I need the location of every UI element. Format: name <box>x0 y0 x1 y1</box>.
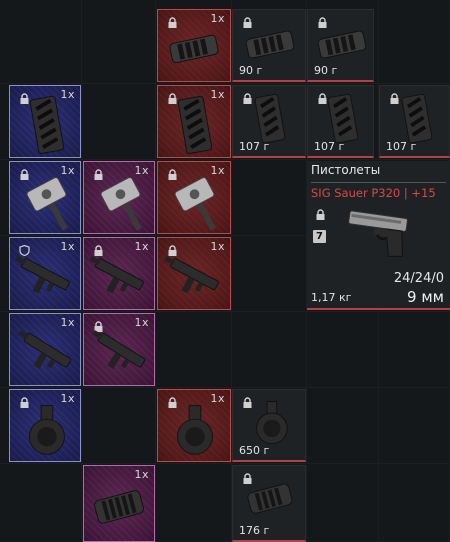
lock-icon <box>168 245 177 256</box>
inventory-slot[interactable] <box>379 464 450 542</box>
muzzle-item[interactable]: 90 г <box>232 9 306 82</box>
lock-icon <box>20 169 29 180</box>
lock-icon <box>390 93 399 104</box>
smg-item-purple[interactable]: 1x <box>83 237 155 310</box>
item-quantity: 1x <box>60 240 75 253</box>
inventory-slot[interactable] <box>379 388 450 464</box>
item-quantity: 1x <box>60 392 75 405</box>
item-quantity: 1x <box>210 12 225 25</box>
item-category: Пистолеты <box>311 163 381 177</box>
hammer-item-blue[interactable]: 1x <box>9 161 81 234</box>
inventory-slot[interactable] <box>379 312 450 388</box>
item-quantity: 1x <box>210 240 225 253</box>
inventory-slot[interactable] <box>82 84 156 160</box>
item-name: SIG Sauer P320 | +15 <box>311 186 436 200</box>
smg-item-blue[interactable]: 1x <box>9 313 81 386</box>
inventory-grid: 1x 90 г 90 г 1x 1x 107 г 107 г 107 г 1x … <box>0 0 450 542</box>
item-quantity: 1x <box>210 164 225 177</box>
lock-icon <box>316 209 325 220</box>
lock-icon <box>243 93 252 104</box>
handguard-item[interactable]: 107 г <box>232 85 306 158</box>
lock-icon <box>243 473 252 484</box>
divider <box>311 182 446 183</box>
smg-item-purple[interactable]: 1x <box>83 313 155 386</box>
item-quantity: 1x <box>210 88 225 101</box>
ammo-count: 24/24/0 <box>393 271 444 286</box>
item-quantity: 1x <box>60 164 75 177</box>
inventory-slot[interactable] <box>307 312 379 388</box>
drum-magazine-item-blue[interactable]: 1x <box>9 389 81 462</box>
lock-icon <box>168 93 177 104</box>
inventory-slot[interactable] <box>307 464 379 542</box>
item-weight: 90 г <box>314 64 338 77</box>
item-weight: 107 г <box>239 140 270 153</box>
handguard-item-red[interactable]: 1x <box>157 85 231 158</box>
lock-icon <box>20 397 29 408</box>
item-quantity: 1x <box>60 316 75 329</box>
smg-item-blue[interactable]: 1x <box>9 237 81 310</box>
lock-icon <box>168 397 177 408</box>
item-weight: 107 г <box>386 140 417 153</box>
item-quantity: 1x <box>210 392 225 405</box>
inventory-slot[interactable] <box>82 388 156 464</box>
inventory-slot[interactable] <box>82 0 156 84</box>
item-weight: 107 г <box>314 140 345 153</box>
pistol-item-card[interactable]: Пистолеты SIG Sauer P320 | +15 7 24/24/0… <box>307 161 450 310</box>
lock-icon <box>318 17 327 28</box>
drum-magazine-item[interactable]: 650 г <box>232 389 306 462</box>
item-weight: 650 г <box>239 444 270 457</box>
level-badge: 7 <box>313 230 326 243</box>
muzzle-item-purple[interactable]: 1x <box>83 465 155 542</box>
inventory-slot[interactable] <box>307 388 379 464</box>
item-quantity: 1x <box>134 240 149 253</box>
handguard-item[interactable]: 107 г <box>307 85 374 158</box>
item-quantity: 1x <box>60 88 75 101</box>
handguard-item-blue[interactable]: 1x <box>9 85 81 158</box>
item-quantity: 1x <box>134 164 149 177</box>
lock-icon <box>168 17 177 28</box>
lock-icon <box>20 93 29 104</box>
item-weight: 1,17 кг <box>311 291 352 304</box>
lock-icon <box>243 397 252 408</box>
inventory-slot[interactable] <box>232 312 307 388</box>
caliber: 9 мм <box>407 288 444 306</box>
smg-item-red[interactable]: 1x <box>157 237 231 310</box>
muzzle-item[interactable]: 176 г <box>232 465 306 542</box>
lock-icon <box>94 321 103 332</box>
pistol-icon <box>348 210 408 257</box>
drum-magazine-item-red[interactable]: 1x <box>157 389 231 462</box>
inventory-slot[interactable] <box>156 464 232 542</box>
lock-icon <box>318 93 327 104</box>
lock-icon <box>94 169 103 180</box>
item-weight: 90 г <box>239 64 263 77</box>
shield-icon <box>19 245 30 256</box>
inventory-slot[interactable] <box>156 312 232 388</box>
item-quantity: 1x <box>134 468 149 481</box>
hammer-item-red[interactable]: 1x <box>157 161 231 234</box>
lock-icon <box>243 17 252 28</box>
muzzle-item-red[interactable]: 1x <box>157 9 231 82</box>
inventory-slot[interactable] <box>379 0 450 84</box>
inventory-slot[interactable] <box>232 236 307 312</box>
inventory-slot[interactable] <box>0 0 82 84</box>
item-weight: 176 г <box>239 524 270 537</box>
handguard-item[interactable]: 107 г <box>379 85 450 158</box>
lock-icon <box>168 169 177 180</box>
muzzle-item[interactable]: 90 г <box>307 9 374 82</box>
lock-icon <box>94 245 103 256</box>
hammer-item-purple[interactable]: 1x <box>83 161 155 234</box>
inventory-slot[interactable] <box>232 160 307 236</box>
inventory-slot[interactable] <box>0 464 82 542</box>
item-quantity: 1x <box>134 316 149 329</box>
